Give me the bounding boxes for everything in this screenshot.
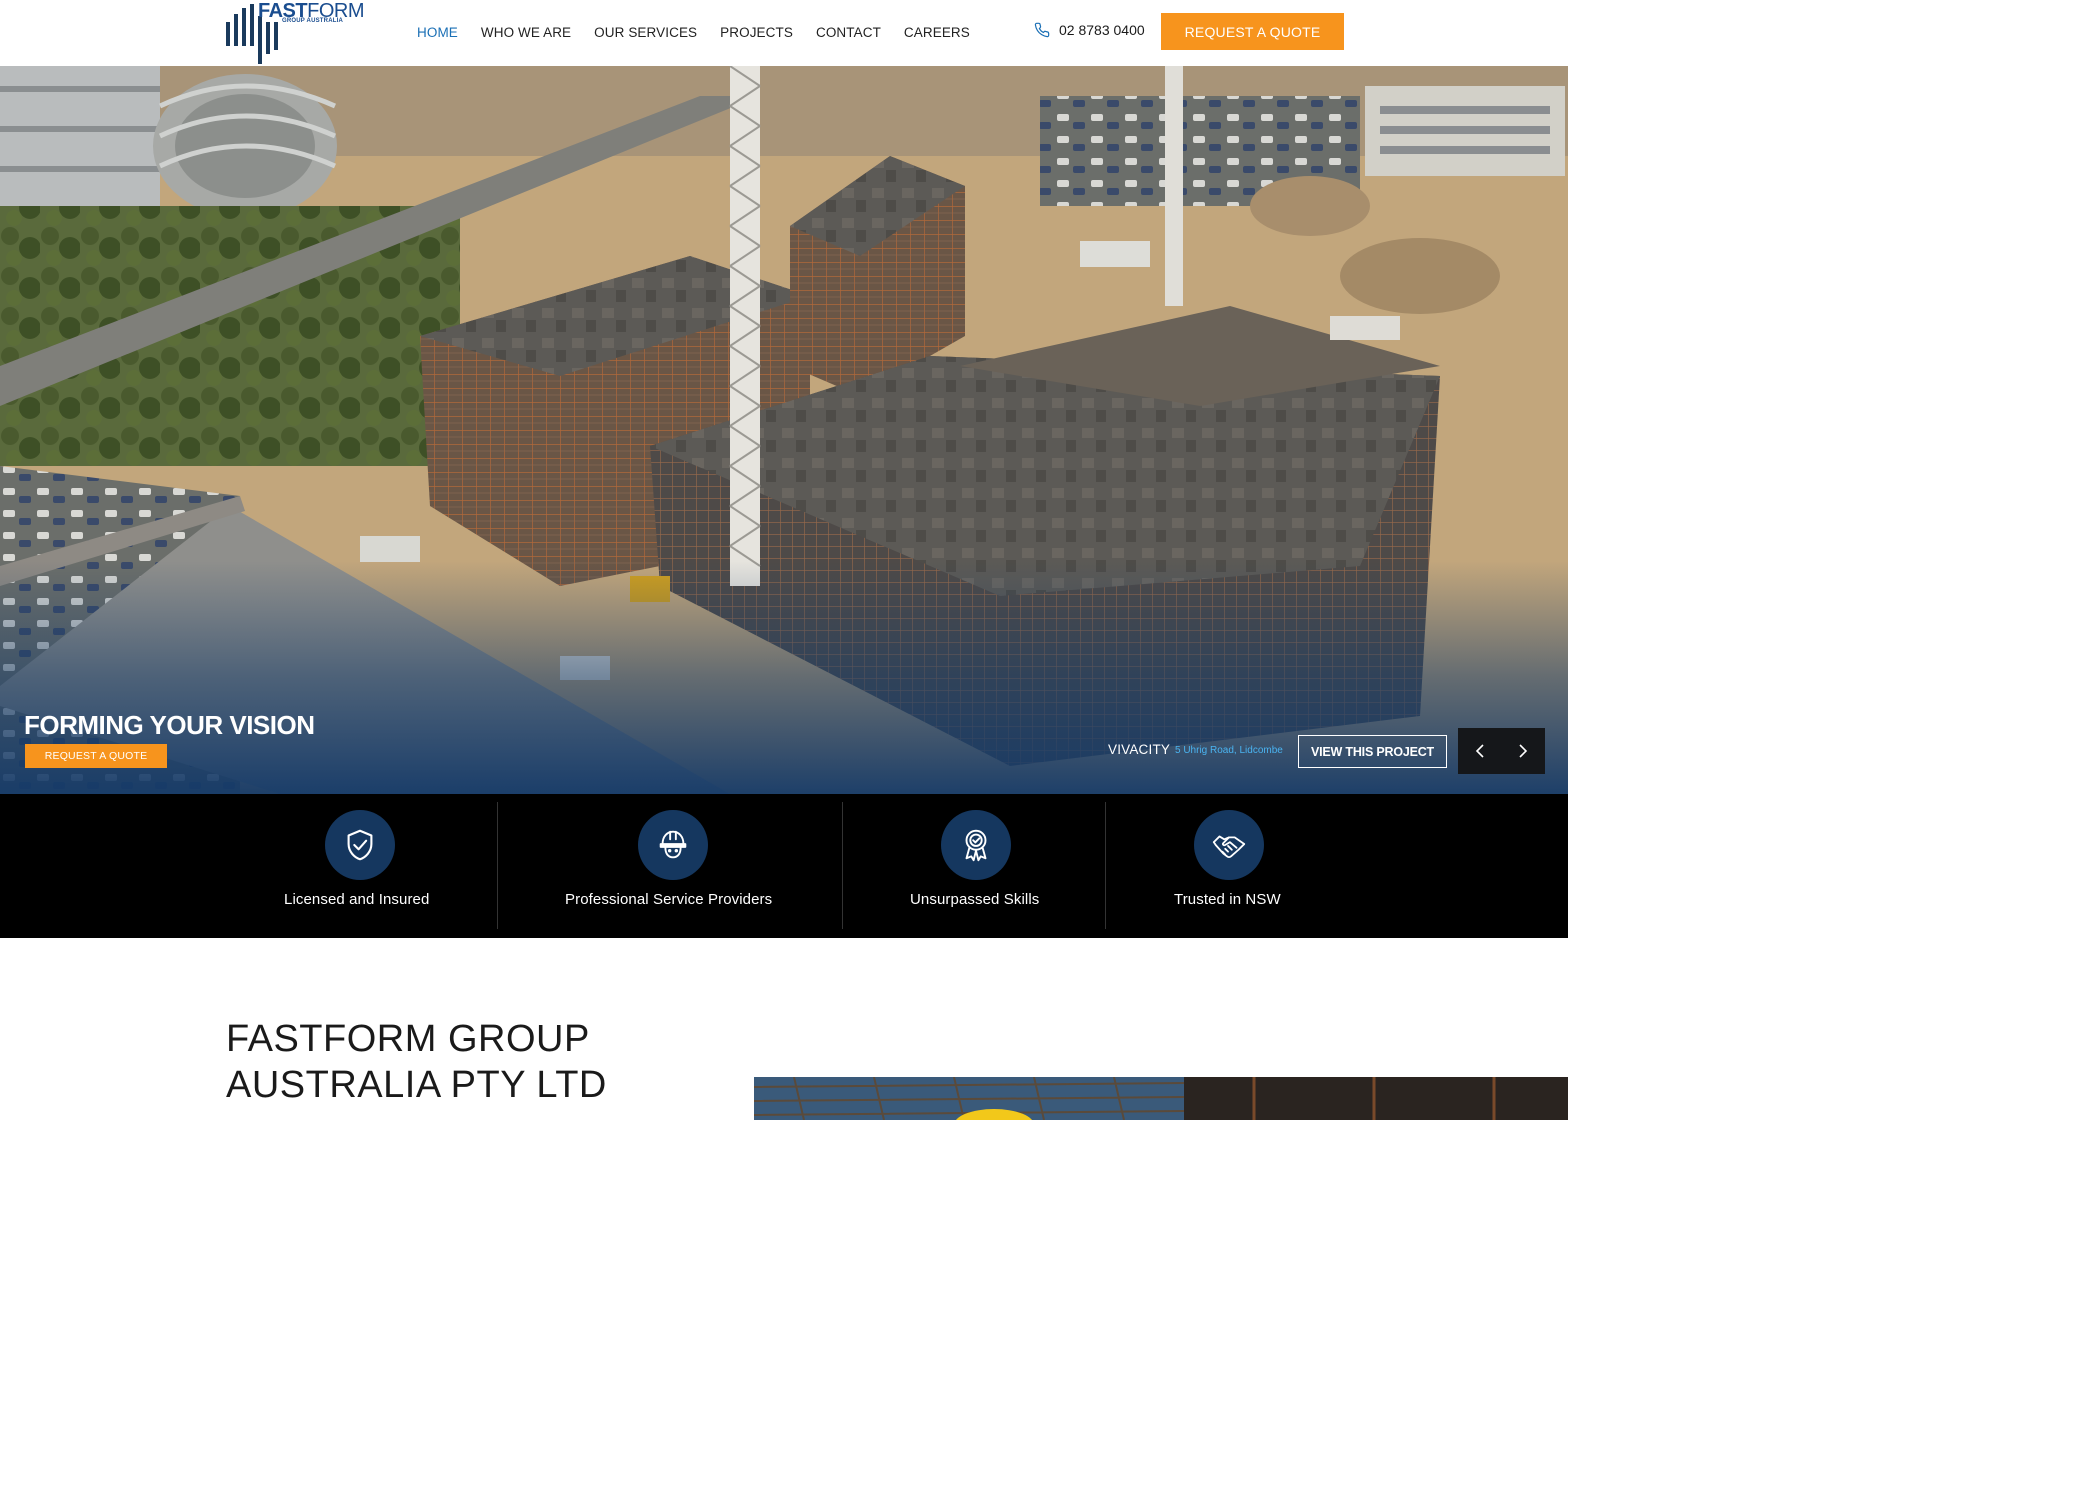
nav-item-home[interactable]: HOME xyxy=(417,25,458,40)
hero-gradient-overlay xyxy=(0,66,1568,794)
slider-controls xyxy=(1458,728,1545,774)
phone-number: 02 8783 0400 xyxy=(1059,22,1145,38)
slider-next-button[interactable] xyxy=(1502,728,1546,774)
feature-icon-circle xyxy=(325,810,395,880)
feature-icon-circle xyxy=(941,810,1011,880)
about-title: FASTFORM GROUP AUSTRALIA PTY LTD xyxy=(226,1016,607,1108)
nav-item-who-we-are[interactable]: WHO WE ARE xyxy=(481,25,571,40)
nav-item-our-services[interactable]: OUR SERVICES xyxy=(594,25,697,40)
feature-licensed-insured: Licensed and Insured xyxy=(220,794,498,938)
award-ribbon-icon xyxy=(965,829,987,862)
slider-prev-button[interactable] xyxy=(1458,728,1502,774)
chevron-right-icon xyxy=(1519,744,1528,758)
feature-label: Licensed and Insured xyxy=(284,891,430,908)
chevron-left-icon xyxy=(1475,744,1484,758)
fastform-logo[interactable]: FASTFORM GROUP AUSTRALIA xyxy=(224,0,365,64)
phone-icon xyxy=(1034,22,1050,38)
about-title-line1: FASTFORM GROUP xyxy=(226,1018,590,1060)
nav-item-careers[interactable]: CAREERS xyxy=(904,25,970,40)
view-project-button[interactable]: VIEW THIS PROJECT xyxy=(1298,735,1447,768)
feature-icon-circle xyxy=(1194,810,1264,880)
about-title-line2: AUSTRALIA PTY LTD xyxy=(226,1064,607,1106)
about-photo xyxy=(754,1077,1568,1120)
main-nav: HOME WHO WE ARE OUR SERVICES PROJECTS CO… xyxy=(417,0,993,64)
project-name: VIVACITY xyxy=(1108,742,1171,757)
feature-label: Unsurpassed Skills xyxy=(910,891,1040,908)
request-quote-button[interactable]: REQUEST A QUOTE xyxy=(1161,13,1344,50)
feature-label: Trusted in NSW xyxy=(1174,891,1281,908)
features-bar: Licensed and Insured Professional Servic… xyxy=(0,794,1568,938)
logo-subtitle: GROUP AUSTRALIA xyxy=(282,18,344,24)
hero-request-quote-button[interactable]: REQUEST A QUOTE xyxy=(25,744,167,768)
project-address-link[interactable]: 5 Uhrig Road, Lidcombe xyxy=(1175,745,1283,756)
worker-photo xyxy=(754,1077,1568,1120)
hero-title: FORMING YOUR VISION xyxy=(24,710,315,740)
feature-professional: Professional Service Providers xyxy=(498,794,842,938)
feature-icon-circle xyxy=(638,810,708,880)
handshake-icon xyxy=(1212,835,1246,859)
site-header: FASTFORM GROUP AUSTRALIA HOME WHO WE ARE… xyxy=(0,0,1568,66)
nav-item-projects[interactable]: PROJECTS xyxy=(720,25,793,40)
feature-label: Professional Service Providers xyxy=(565,891,773,908)
hero-slider: FORMING YOUR VISION REQUEST A QUOTE VIVA… xyxy=(0,66,1568,794)
hard-hat-worker-icon xyxy=(659,830,687,859)
header-phone[interactable]: 02 8783 0400 xyxy=(1034,22,1145,38)
shield-check-icon xyxy=(347,829,373,861)
feature-unsurpassed-skills: Unsurpassed Skills xyxy=(843,794,1105,938)
nav-item-contact[interactable]: CONTACT xyxy=(816,25,881,40)
feature-trusted-nsw: Trusted in NSW xyxy=(1106,794,1352,938)
